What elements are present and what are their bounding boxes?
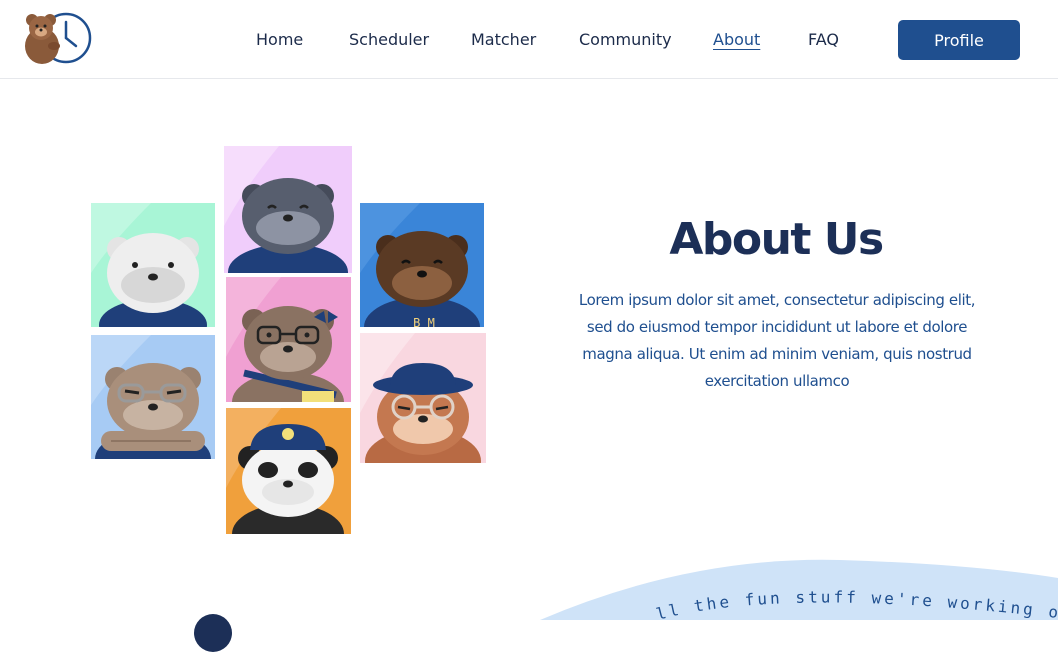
bucket-hat-bear-avatar	[360, 333, 486, 463]
jacket-letters: B M	[413, 316, 435, 327]
site-header: Home Scheduler Matcher Community About F…	[0, 0, 1058, 79]
nav-about[interactable]: About	[713, 30, 760, 50]
profile-button[interactable]: Profile	[898, 20, 1020, 60]
glasses-bear-avatar	[226, 277, 351, 402]
nav-scheduler[interactable]: Scheduler	[349, 30, 429, 50]
grey-bear-avatar	[224, 146, 352, 273]
nav-matcher[interactable]: Matcher	[471, 30, 536, 50]
nav-faq[interactable]: FAQ	[808, 30, 839, 50]
nav-home[interactable]: Home	[256, 30, 303, 50]
about-description: Lorem ipsum dolor sit amet, consectetur …	[578, 291, 976, 390]
curved-banner: ll the fun stuff we're working on!	[540, 556, 1058, 620]
polar-bear-avatar	[91, 203, 215, 327]
brown-bear-avatar: B M	[360, 203, 484, 327]
panda-avatar	[226, 408, 351, 534]
about-title: About Us	[669, 214, 884, 265]
crossed-arms-bear-avatar	[91, 335, 215, 459]
nav-community[interactable]: Community	[579, 30, 672, 50]
